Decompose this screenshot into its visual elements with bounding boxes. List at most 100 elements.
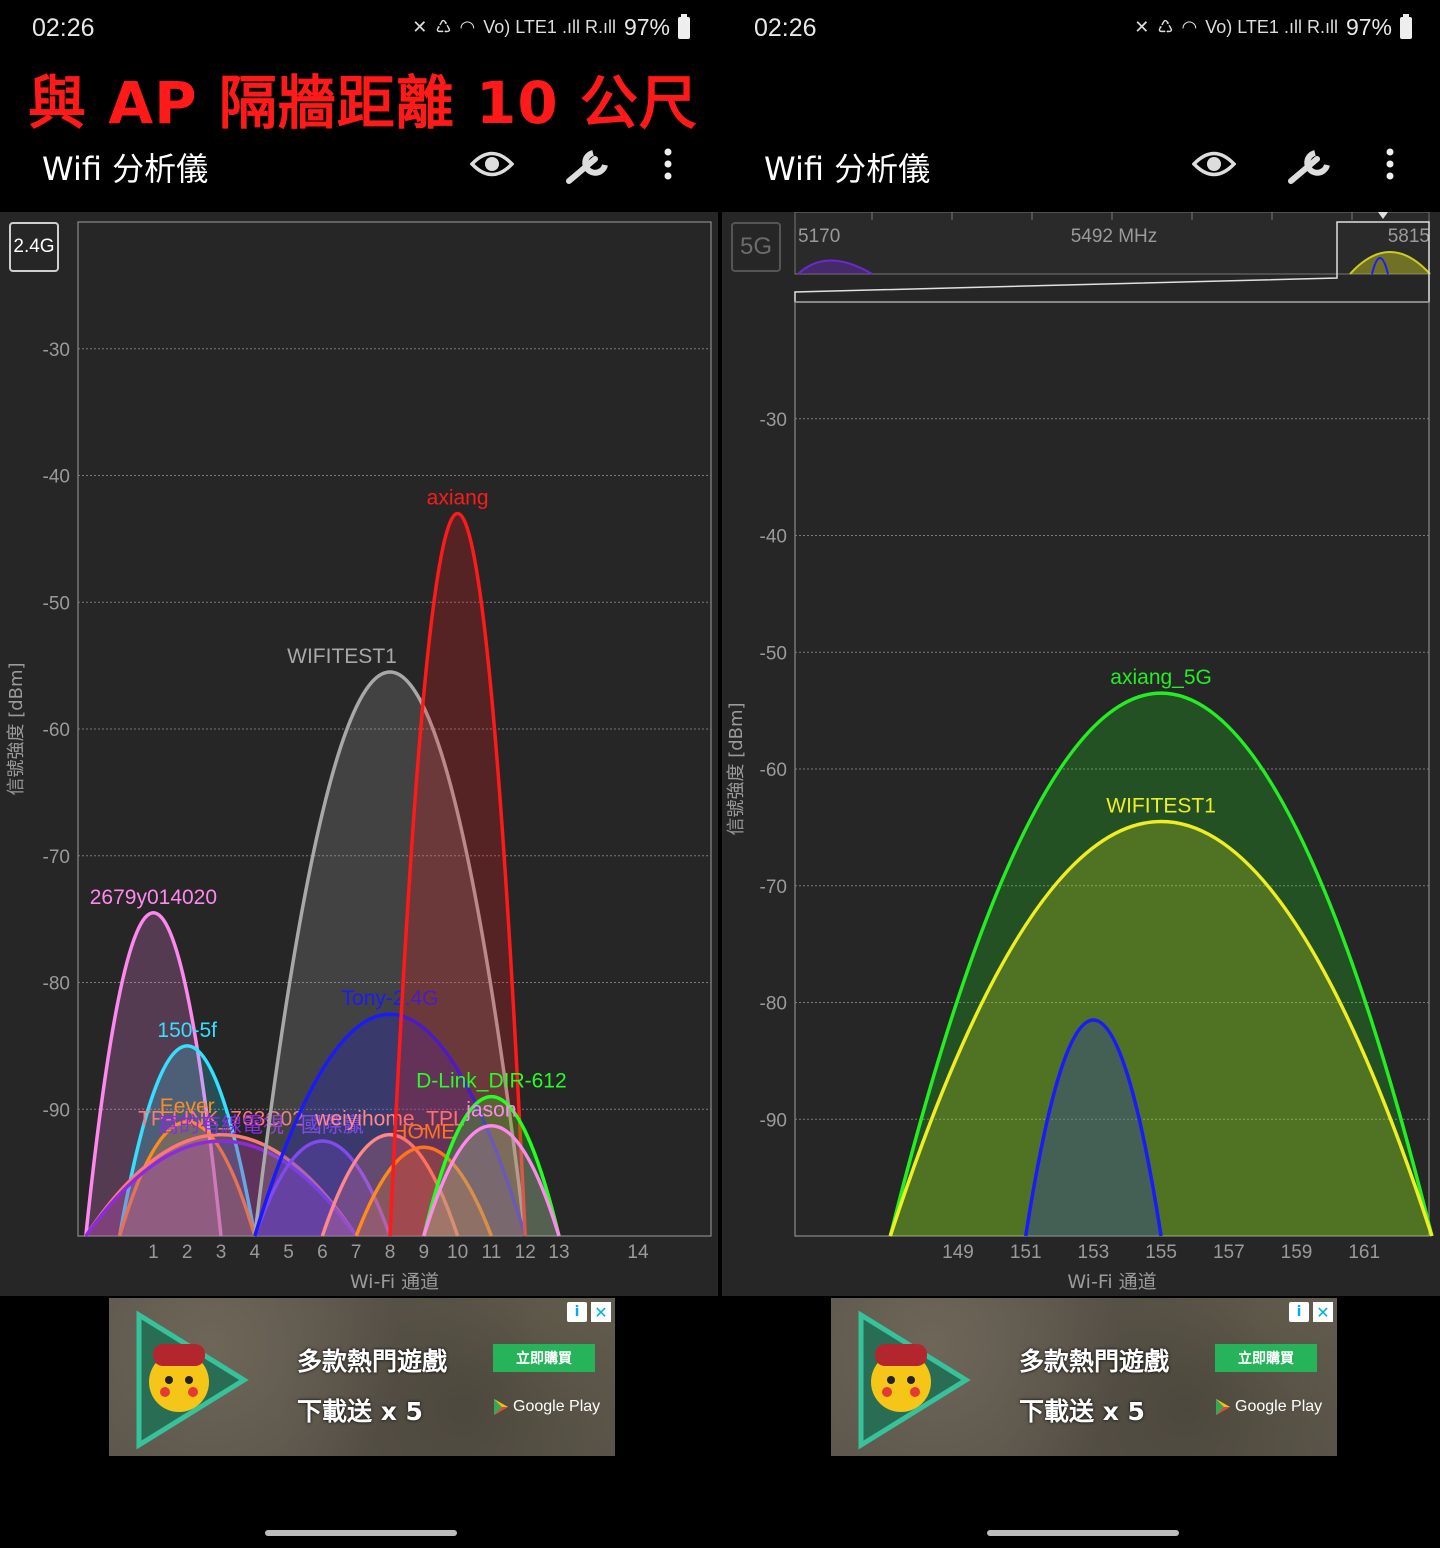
x-tick-label: 159 <box>1281 1242 1313 1263</box>
x-tick-label: 14 <box>627 1242 649 1263</box>
app-bar: Wifi 分析儀 <box>0 130 718 200</box>
app-bar: Wifi 分析儀 <box>722 130 1440 200</box>
battery-icon <box>1400 13 1412 39</box>
x-tick-label: 13 <box>548 1242 569 1263</box>
y-axis-label: 信號強度 [dBm] <box>726 702 747 835</box>
wrench-icon <box>566 150 608 184</box>
network-label: D-Link_DIR-612 <box>416 1070 567 1093</box>
y-tick-label: -60 <box>43 720 70 741</box>
navigator-start-label: 5170 <box>798 226 840 247</box>
wifi-signal-icon: ◠ <box>1181 17 1198 37</box>
x-tick-label: 149 <box>942 1242 974 1263</box>
band-toggle-5g[interactable]: 5G <box>731 222 781 272</box>
google-play-badge: Google Play <box>493 1398 600 1416</box>
navigator-mid-label: 5492 MHz <box>1071 226 1158 247</box>
mute-icon: ✕ <box>412 17 428 37</box>
x-tick-label: 7 <box>351 1242 362 1263</box>
x-tick-label: 6 <box>317 1242 328 1263</box>
ad-info-button[interactable]: i <box>567 1302 587 1322</box>
y-tick-label: -40 <box>43 467 70 488</box>
channel-graph-area: 5170 5492 MHz 5815 -30 -40 -50 -60 -70 -80 -90 149… <box>722 212 1440 1296</box>
sync-icon: ♺ <box>435 17 452 37</box>
ad-close-button[interactable]: ✕ <box>591 1302 611 1322</box>
network-label: jason <box>465 1099 516 1122</box>
app-title: Wifi 分析儀 <box>42 150 209 188</box>
x-tick-label: 2 <box>182 1242 193 1263</box>
y-tick-label: -50 <box>43 593 70 614</box>
gesture-nav-handle[interactable] <box>987 1530 1179 1536</box>
game-mascot-icon <box>858 1310 971 1450</box>
x-tick-label: 153 <box>1078 1242 1110 1263</box>
y-tick-label: -90 <box>43 1100 70 1121</box>
wrench-icon <box>1288 150 1330 184</box>
eye-icon <box>1192 151 1236 177</box>
ad-subline: 下載送 x 5 <box>297 1397 423 1426</box>
google-play-icon <box>494 1399 508 1415</box>
x-tick-label: 157 <box>1213 1242 1245 1263</box>
x-tick-label: 151 <box>1010 1242 1042 1263</box>
more-vertical-icon <box>664 148 672 180</box>
wifi-signal-icon: ◠ <box>459 17 476 37</box>
overlay-caption: 與 AP 隔牆距離 10 公尺 <box>28 69 698 137</box>
settings-wrench-button[interactable] <box>562 136 618 192</box>
channel-graph-5g: 5170 5492 MHz 5815 -30 -40 -50 -60 -70 -80 -90 149… <box>726 212 1434 1293</box>
cell-signal-icon: Vo) LTE1 .ıll R.ıll <box>1205 17 1338 37</box>
status-bar: 02:26 ✕ ♺ ◠ Vo) LTE1 .ıll R.ıll 97% <box>722 0 1440 60</box>
y-axis-label: 信號強度 [dBm] <box>6 662 27 795</box>
ad-buy-button[interactable]: 立即購買 <box>493 1344 595 1372</box>
status-time: 02:26 <box>32 14 95 42</box>
x-tick-label: 155 <box>1145 1242 1177 1263</box>
ad-banner[interactable]: 多款熱門遊戲 下載送 x 5 立即購買 Google Play i ✕ <box>831 1298 1337 1456</box>
more-vertical-icon <box>1386 148 1394 180</box>
ad-subline: 下載送 x 5 <box>1019 1397 1145 1426</box>
y-tick-label: -70 <box>760 877 787 898</box>
battery-percent: 97% <box>1345 14 1392 40</box>
ad-close-button[interactable]: ✕ <box>1313 1302 1333 1322</box>
cell-signal-icon: Vo) LTE1 .ıll R.ıll <box>483 17 616 37</box>
google-play-label: Google Play <box>513 1398 601 1415</box>
game-mascot-icon <box>136 1310 249 1450</box>
ad-banner[interactable]: 多款熱門遊戲 下載送 x 5 立即購買 Google Play i ✕ <box>109 1298 615 1456</box>
google-play-label: Google Play <box>1235 1398 1323 1415</box>
y-tick-label: -30 <box>43 340 70 361</box>
battery-icon <box>678 13 690 39</box>
ad-info-button[interactable]: i <box>1289 1302 1309 1322</box>
overflow-menu-button[interactable] <box>1362 136 1418 192</box>
view-eye-button[interactable] <box>464 136 520 192</box>
gesture-nav-handle[interactable] <box>265 1530 457 1536</box>
mute-icon: ✕ <box>1134 17 1150 37</box>
x-tick-label: 3 <box>216 1242 227 1263</box>
y-tick-label: -50 <box>760 643 787 664</box>
y-tick-label: -90 <box>760 1110 787 1131</box>
x-tick-label: 4 <box>250 1242 261 1263</box>
view-eye-button[interactable] <box>1186 136 1242 192</box>
sync-icon: ♺ <box>1157 17 1174 37</box>
band-toggle-24g[interactable]: 2.4G <box>9 222 59 272</box>
x-tick-label: 12 <box>515 1242 536 1263</box>
network-label: WIFITEST1 <box>1106 795 1216 818</box>
signal-fill <box>890 821 1432 1236</box>
x-tick-label: 5 <box>283 1242 294 1263</box>
status-time: 02:26 <box>754 14 817 42</box>
network-label: 150-5f <box>157 1019 217 1042</box>
google-play-icon <box>1216 1399 1230 1415</box>
channel-graph-area: -30 -40 -50 -60 -70 -80 -90 1 2 3 4 5 6 7 8 9 10 11 12 13 14… <box>0 212 718 1296</box>
status-icons: ✕ ♺ ◠ Vo) LTE1 .ıll R.ıll 97% <box>1134 13 1412 41</box>
x-tick-label: 9 <box>419 1242 430 1263</box>
network-label: axiang_5G <box>1110 666 1212 689</box>
status-bar: 02:26 ✕ ♺ ◠ Vo) LTE1 .ıll R.ıll 97% <box>0 0 718 60</box>
battery-percent: 97% <box>623 14 670 40</box>
status-icons: ✕ ♺ ◠ Vo) LTE1 .ıll R.ıll 97% <box>412 13 690 41</box>
ad-headline: 多款熱門遊戲 <box>297 1347 448 1376</box>
y-tick-label: -80 <box>760 994 787 1015</box>
channel-graph-24g: -30-40-50-60-70-80-901 2 3 4 5 6 7 8 9 10 11 12 13 14… <box>6 221 712 1293</box>
x-tick-label: 11 <box>482 1242 502 1263</box>
ad-buy-button[interactable]: 立即購買 <box>1215 1344 1317 1372</box>
settings-wrench-button[interactable] <box>1284 136 1340 192</box>
overflow-menu-button[interactable] <box>640 136 696 192</box>
phone-screen-left: 02:26 ✕ ♺ ◠ Vo) LTE1 .ıll R.ıll 97% 與 AP… <box>0 0 718 1548</box>
network-label: axiang <box>427 487 489 510</box>
navigator-end-label: 5815 <box>1388 226 1430 247</box>
y-tick-label: -40 <box>760 527 787 548</box>
google-play-badge: Google Play <box>1215 1398 1322 1416</box>
